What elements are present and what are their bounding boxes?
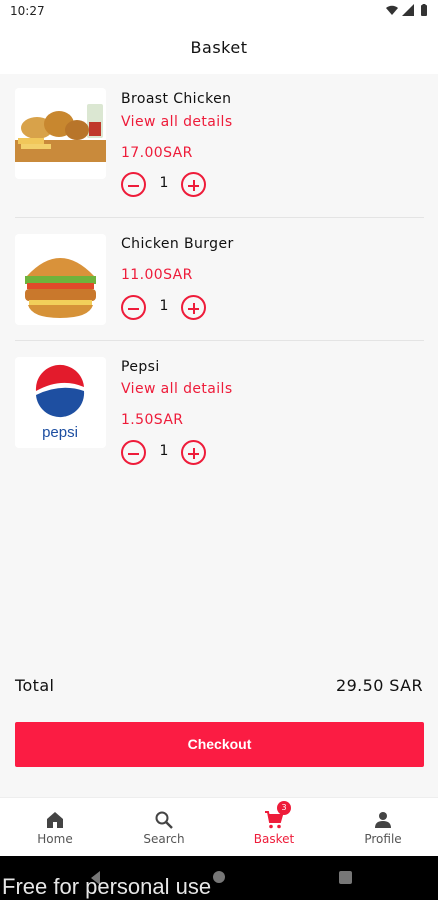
- pepsi-logo: pepsi: [15, 357, 106, 448]
- decrease-quantity-button[interactable]: [121, 440, 146, 465]
- total-value: 29.50 SAR: [335, 676, 423, 695]
- nav-home-label: Home: [37, 832, 73, 846]
- quantity-value: 1: [159, 175, 169, 191]
- app-header: Basket: [0, 24, 438, 74]
- search-icon: [155, 811, 173, 829]
- page-title: Basket: [190, 38, 248, 57]
- increase-quantity-button[interactable]: [181, 172, 206, 197]
- nav-basket[interactable]: 3 Basket: [219, 798, 329, 856]
- quantity-value: 1: [159, 298, 169, 314]
- decrease-quantity-button[interactable]: [121, 295, 146, 320]
- home-icon: [47, 812, 63, 828]
- nav-home[interactable]: Home: [0, 798, 110, 856]
- quantity-value: 1: [159, 443, 169, 459]
- wifi-icon: [386, 5, 398, 15]
- nav-profile[interactable]: Profile: [328, 798, 438, 856]
- person-icon: [375, 812, 391, 828]
- bottom-navigation: Home Search 3 Basket Profile: [0, 797, 438, 856]
- cart-count-badge: 3: [277, 801, 291, 815]
- checkout-label: Checkout: [187, 736, 252, 752]
- nav-search-label: Search: [143, 832, 185, 846]
- item-name: Pepsi: [121, 359, 160, 375]
- chicken-burger-picture: [15, 234, 106, 325]
- item-price: 17.00SAR: [121, 145, 193, 161]
- nav-search[interactable]: Search: [109, 798, 219, 856]
- battery-icon: [421, 4, 427, 16]
- home-button-icon[interactable]: [213, 871, 225, 883]
- view-details-link[interactable]: View all details: [121, 381, 233, 397]
- watermark-text: Free for personal use: [2, 874, 212, 899]
- status-bar: 10:27: [0, 0, 438, 24]
- signal-icon: [402, 4, 414, 16]
- view-details-link[interactable]: View all details: [121, 114, 233, 130]
- increase-quantity-button[interactable]: [181, 440, 206, 465]
- broast-chicken-picture: [15, 88, 106, 179]
- recent-apps-icon[interactable]: [339, 871, 352, 884]
- pepsi-logo-text: pepsi: [42, 424, 78, 441]
- item-divider: [15, 217, 424, 218]
- item-price: 1.50SAR: [121, 412, 184, 428]
- chicken-burger-image: [15, 234, 106, 325]
- nav-profile-label: Profile: [364, 832, 402, 846]
- status-icons: [386, 4, 430, 16]
- checkout-button[interactable]: Checkout: [15, 722, 424, 767]
- pepsi-image: pepsi: [15, 357, 106, 448]
- item-name: Broast Chicken: [121, 91, 232, 107]
- item-divider: [15, 340, 424, 341]
- item-price: 11.00SAR: [121, 267, 193, 283]
- status-time: 10:27: [10, 4, 45, 18]
- increase-quantity-button[interactable]: [181, 295, 206, 320]
- decrease-quantity-button[interactable]: [121, 172, 146, 197]
- item-name: Chicken Burger: [121, 236, 234, 252]
- total-label: Total: [15, 676, 55, 695]
- broast-chicken-image: [15, 88, 106, 179]
- nav-basket-label: Basket: [253, 832, 295, 846]
